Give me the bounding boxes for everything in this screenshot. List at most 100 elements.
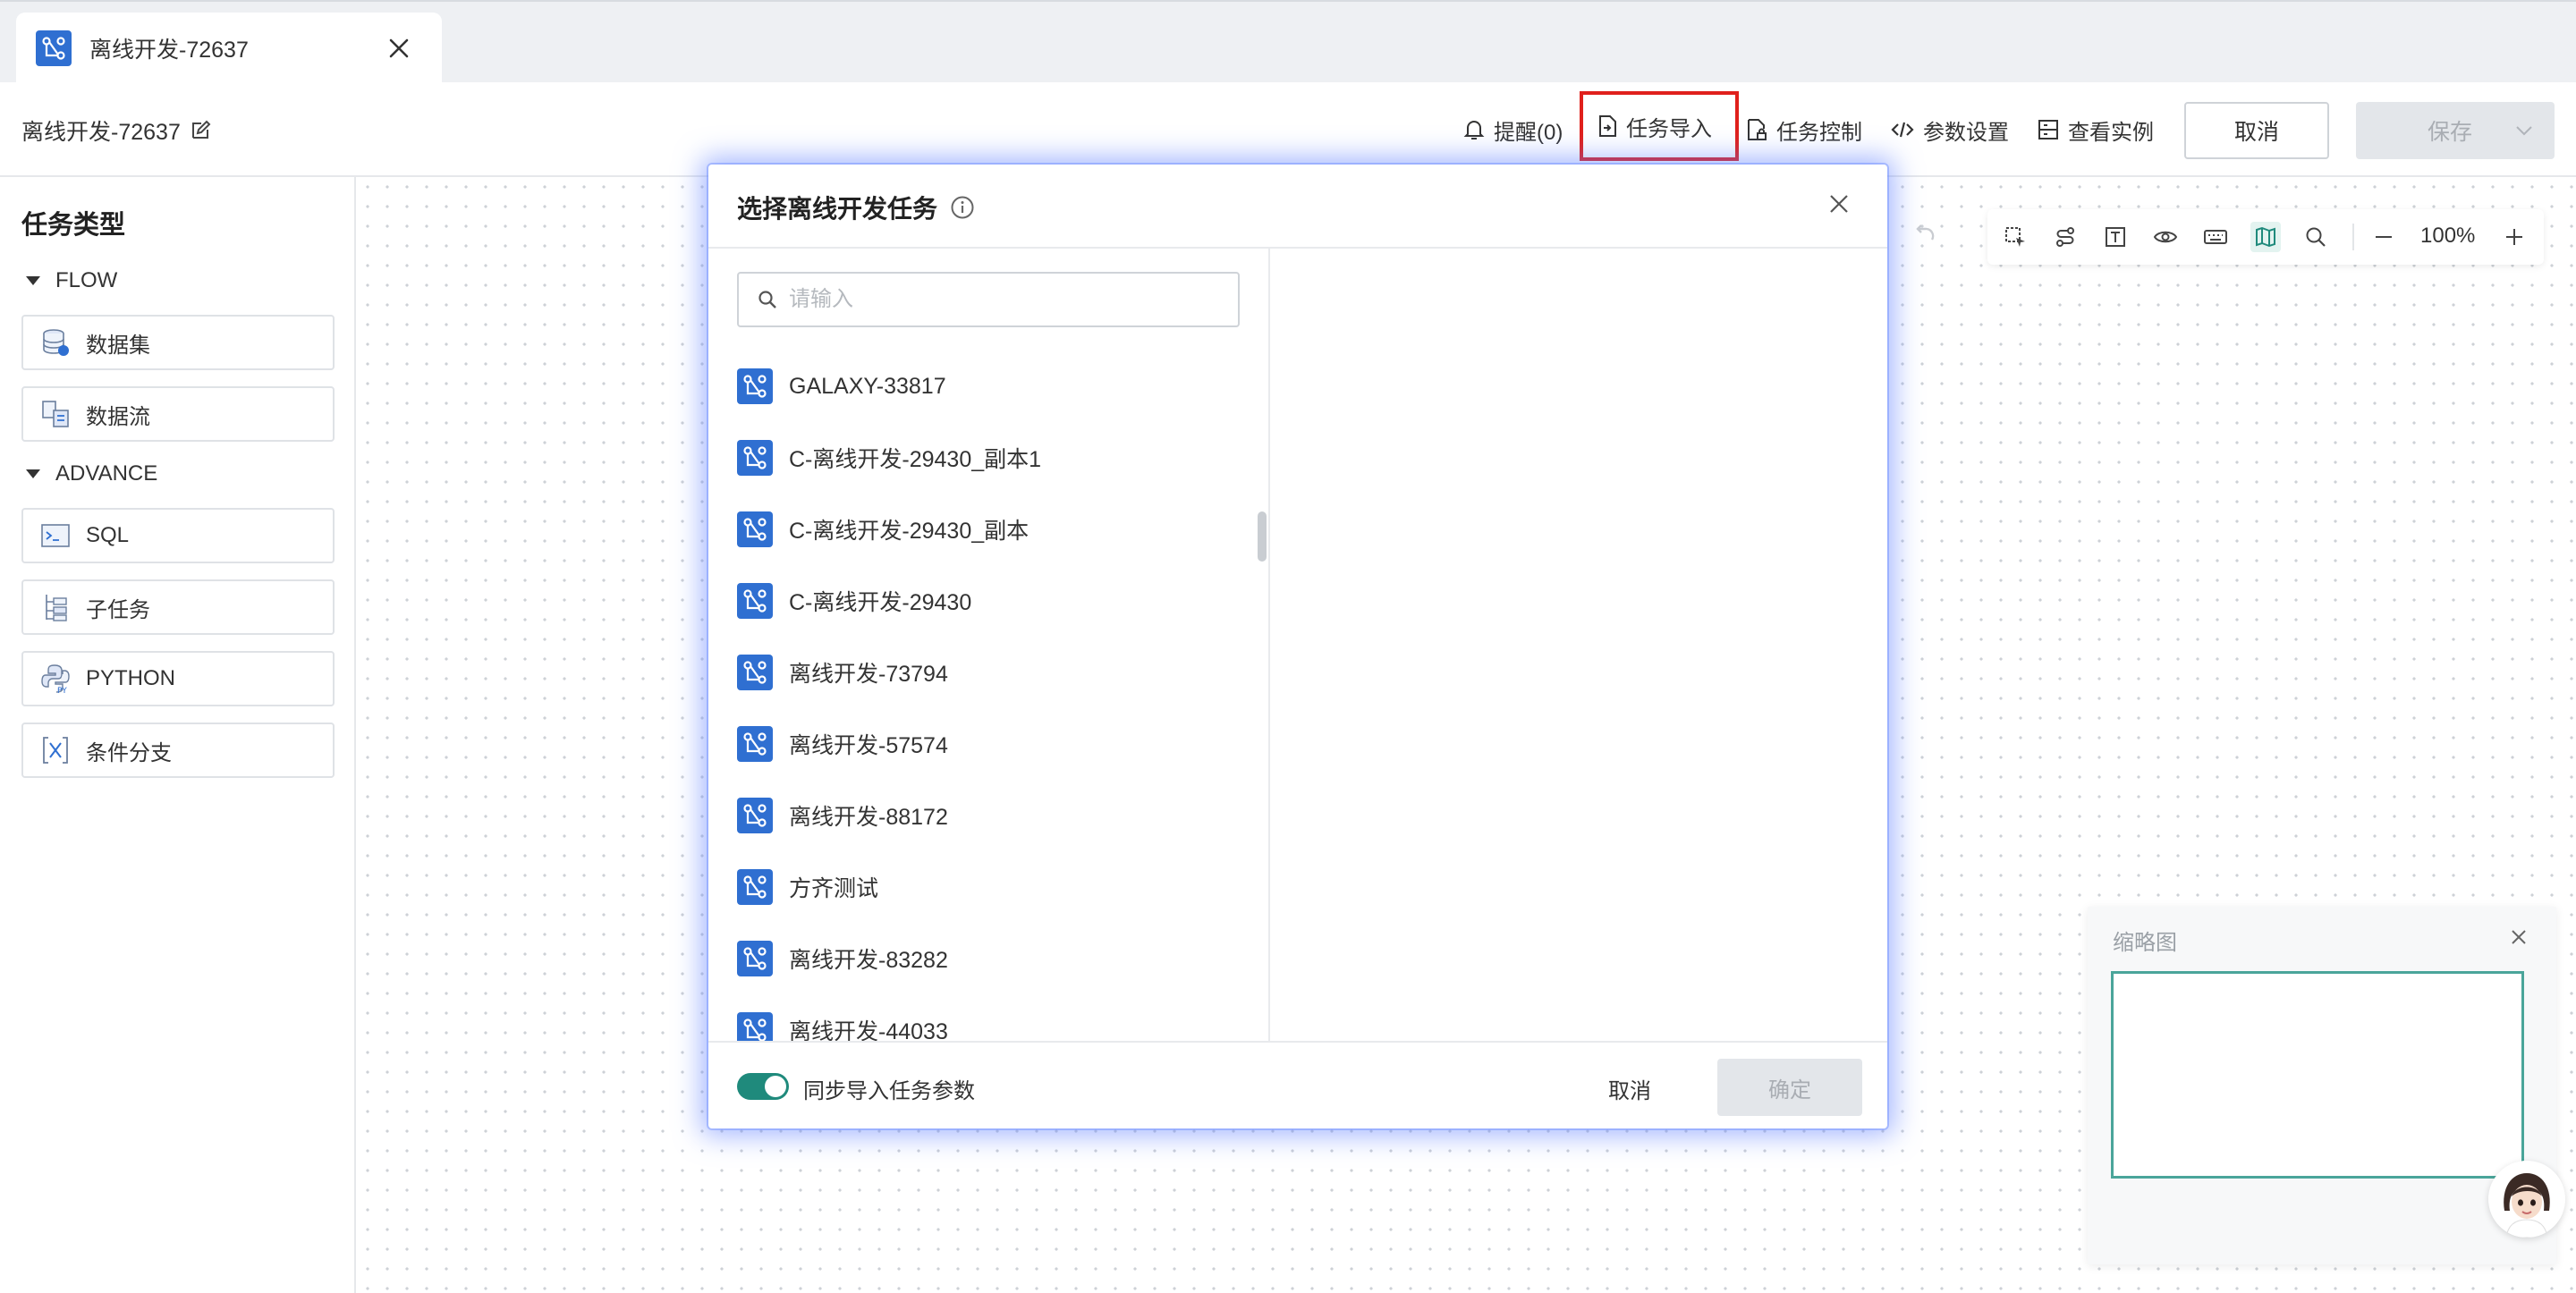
list-item-label: 离线开发-44033 <box>789 1019 948 1041</box>
list-item[interactable]: C-离线开发-29430_副本 <box>708 494 1245 565</box>
minus-icon <box>2376 236 2392 238</box>
chevron-down-icon[interactable] <box>2513 120 2535 141</box>
dialog-cancel-button[interactable]: 取消 <box>1608 1073 1651 1104</box>
list-item[interactable]: 方齐测试 <box>708 851 1245 923</box>
search-icon <box>758 291 776 308</box>
task-type-sidebar: 任务类型 FLOW 数据集 数据流 ADVANCE SQL 子任务 PY PYT… <box>0 177 356 1293</box>
group-advance-label: ADVANCE <box>55 461 158 486</box>
view-instance-button[interactable]: 查看实例 <box>2038 109 2154 150</box>
tab-offline-dev[interactable]: 离线开发-72637 <box>16 13 442 84</box>
search-tool-button[interactable] <box>2301 222 2331 252</box>
code-icon <box>1891 122 1914 138</box>
list-item[interactable]: 离线开发-88172 <box>708 780 1245 851</box>
task-import-button[interactable]: 任务导入 <box>1580 91 1739 161</box>
zoom-in-button[interactable] <box>2499 222 2529 252</box>
shortcut-tool-button[interactable] <box>2200 222 2231 252</box>
workflow-icon <box>737 726 773 762</box>
minimap-tool-button[interactable] <box>2250 222 2281 252</box>
assistant-avatar-icon <box>2488 1161 2565 1238</box>
zoom-out-button[interactable] <box>2368 222 2399 252</box>
assistant-avatar[interactable] <box>2488 1161 2565 1238</box>
info-icon[interactable] <box>950 195 975 220</box>
dialog-footer: 同步导入任务参数 取消 确定 <box>708 1041 1887 1128</box>
dialog-confirm-button[interactable]: 确定 <box>1717 1059 1862 1116</box>
workflow-icon <box>737 941 773 976</box>
workflow-icon <box>737 440 773 476</box>
file-import-icon <box>1599 115 1616 137</box>
remind-label: 提醒(0) <box>1494 120 1563 145</box>
task-type-sql-label: SQL <box>86 523 130 547</box>
sync-params-toggle[interactable] <box>737 1073 789 1100</box>
close-icon[interactable] <box>383 32 415 64</box>
list-scrollbar[interactable] <box>1258 511 1267 562</box>
cancel-button[interactable]: 取消 <box>2184 102 2329 159</box>
list-item[interactable]: 离线开发-73794 <box>708 637 1245 708</box>
task-type-sql[interactable]: SQL <box>21 508 335 563</box>
sidebar-title: 任务类型 <box>21 211 126 240</box>
param-settings-button[interactable]: 参数设置 <box>1891 109 2009 150</box>
list-item-label: 离线开发-57574 <box>789 733 948 758</box>
workflow-icon <box>737 1012 773 1041</box>
list-item[interactable]: GALAXY-33817 <box>708 351 1245 422</box>
dialog-title-text: 选择离线开发任务 <box>737 195 938 223</box>
select-task-dialog: 选择离线开发任务 GALAXY-33817 <box>708 165 1887 1128</box>
close-icon[interactable] <box>2508 926 2529 948</box>
toolbar-divider <box>2352 224 2354 250</box>
sync-params-label: 同步导入任务参数 <box>803 1079 975 1103</box>
layout-tool-button[interactable] <box>2050 222 2080 252</box>
remind-button[interactable]: 提醒(0) <box>1463 109 1563 150</box>
preview-tool-button[interactable] <box>2150 222 2181 252</box>
zoom-level: 100% <box>2420 224 2476 248</box>
minimap-viewport[interactable] <box>2111 971 2524 1179</box>
bell-icon <box>1463 121 1485 139</box>
eye-icon <box>2153 231 2178 243</box>
map-icon <box>2256 226 2275 248</box>
task-import-label: 任务导入 <box>1626 116 1712 141</box>
task-type-condition-branch-label: 条件分支 <box>86 740 172 765</box>
text-box-icon <box>2106 227 2125 247</box>
workflow-icon <box>737 798 773 833</box>
group-advance[interactable]: ADVANCE <box>25 461 157 486</box>
box-select-icon <box>2005 227 2025 247</box>
python-icon: PY <box>41 664 70 695</box>
list-item[interactable]: 离线开发-57574 <box>708 708 1245 780</box>
list-item-label: C-离线开发-29430 <box>789 590 972 615</box>
edit-icon[interactable] <box>190 120 211 141</box>
dataflow-icon <box>42 401 69 427</box>
svg-text:PY: PY <box>57 687 67 695</box>
select-tool-button[interactable] <box>2000 222 2030 252</box>
group-flow[interactable]: FLOW <box>25 268 117 293</box>
list-item[interactable]: C-离线开发-29430_副本1 <box>708 422 1245 494</box>
task-type-dataset[interactable]: 数据集 <box>21 315 335 370</box>
route-icon <box>2056 227 2074 247</box>
workflow-icon <box>36 30 72 66</box>
task-type-subtask[interactable]: 子任务 <box>21 579 335 635</box>
task-list-panel: GALAXY-33817 C-离线开发-29430_副本1 C-离线开发-294… <box>708 249 1270 1041</box>
list-item[interactable]: 离线开发-83282 <box>708 923 1245 994</box>
tab-title: 离线开发-72637 <box>89 38 249 63</box>
close-icon[interactable] <box>1825 190 1853 218</box>
list-item[interactable]: C-离线开发-29430 <box>708 565 1245 637</box>
search-input[interactable] <box>789 287 1218 312</box>
minimap-title: 缩略图 <box>2113 931 2177 955</box>
task-type-dataflow[interactable]: 数据流 <box>21 386 335 442</box>
task-type-python[interactable]: PY PYTHON <box>21 651 335 706</box>
list-item-label: C-离线开发-29430_副本1 <box>789 447 1042 472</box>
list-item-label: C-离线开发-29430_副本 <box>789 519 1030 544</box>
caret-down-icon <box>26 469 40 478</box>
task-control-label: 任务控制 <box>1776 120 1862 145</box>
subtask-icon <box>46 595 67 621</box>
task-type-condition-branch[interactable]: 条件分支 <box>21 723 335 778</box>
branch-icon <box>43 737 68 764</box>
list-item[interactable]: 离线开发-44033 <box>708 994 1245 1041</box>
dialog-title: 选择离线开发任务 <box>737 190 975 225</box>
task-type-dataset-label: 数据集 <box>86 333 150 358</box>
doc-title-text: 离线开发-72637 <box>21 120 181 145</box>
task-control-button[interactable]: 任务控制 <box>1746 109 1862 150</box>
list-item-label: 离线开发-73794 <box>789 662 948 687</box>
text-tool-button[interactable] <box>2100 222 2131 252</box>
search-icon <box>2306 227 2326 247</box>
workflow-icon <box>737 583 773 619</box>
save-button[interactable]: 保存 <box>2356 102 2555 159</box>
view-instance-label: 查看实例 <box>2068 120 2154 145</box>
